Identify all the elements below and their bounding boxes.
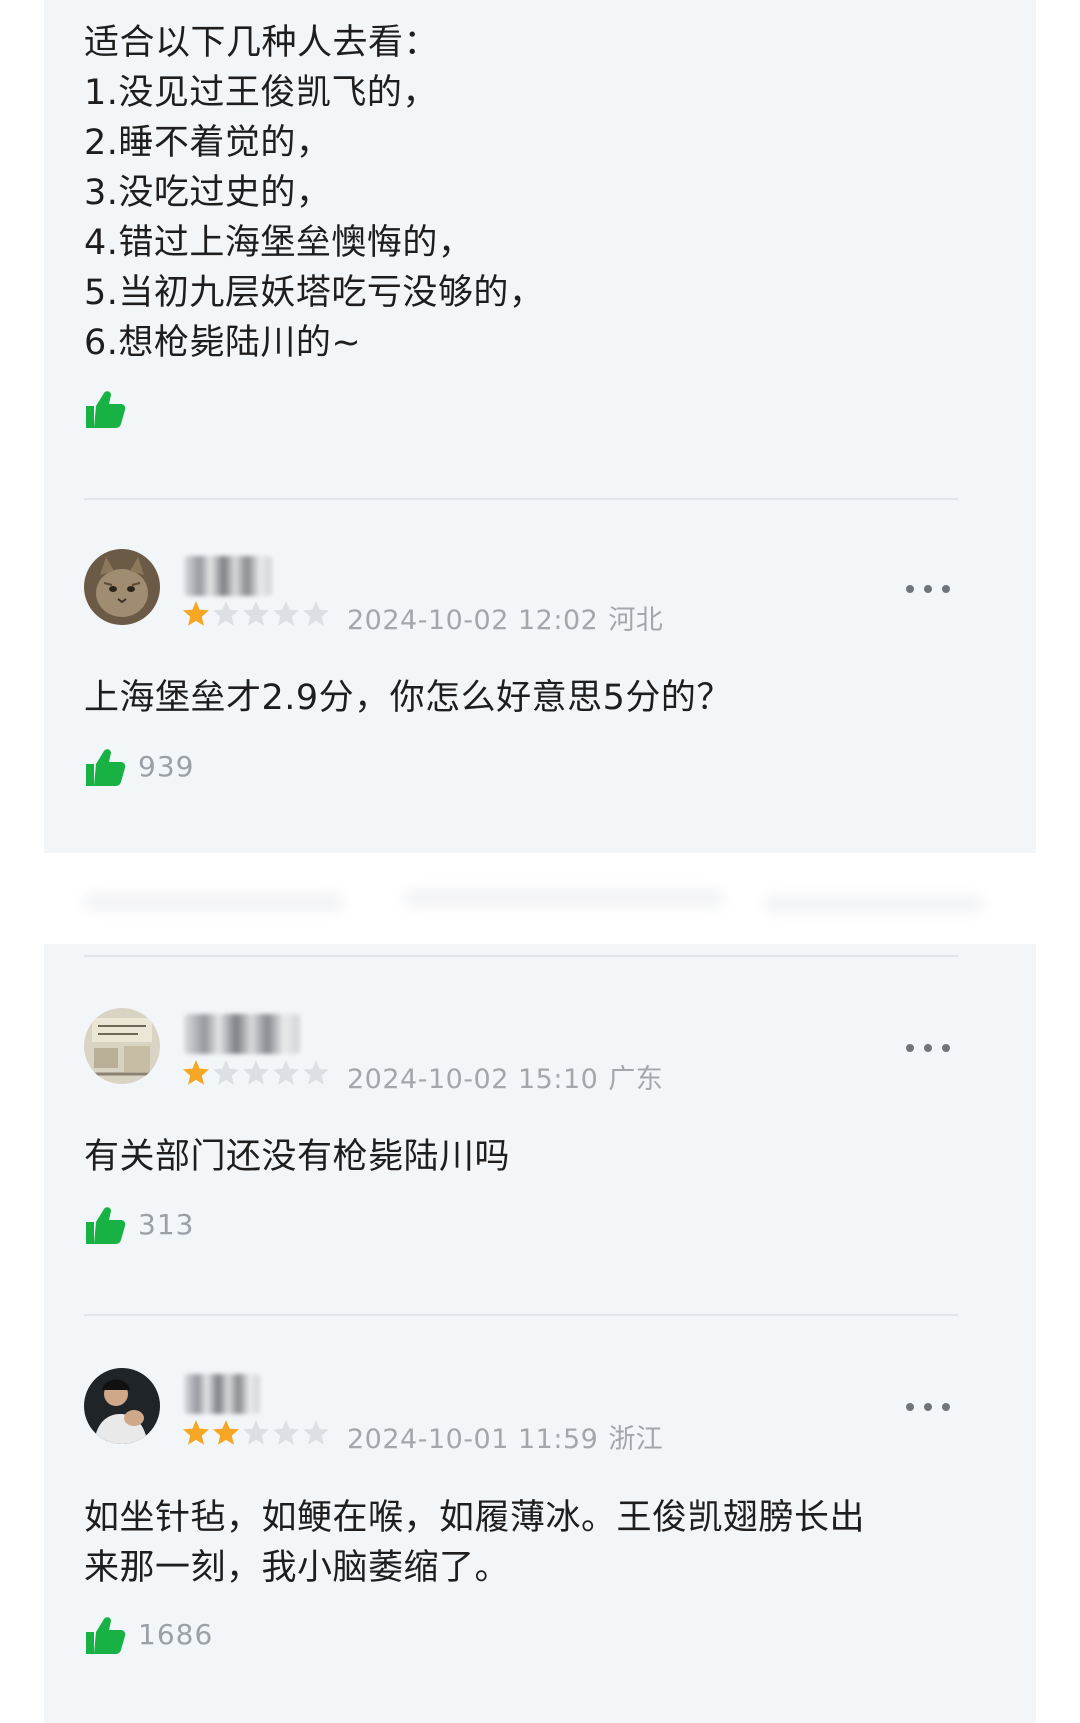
avatar[interactable] — [84, 1368, 160, 1444]
thumbs-up-icon[interactable] — [84, 390, 126, 430]
review-region: 浙江 — [608, 1424, 664, 1455]
like-count: 1686 — [138, 1618, 214, 1651]
review-meta: 2024-10-02 12:02 河北 — [347, 598, 663, 637]
review-region: 河北 — [608, 605, 664, 636]
rating-stars — [182, 600, 330, 630]
review-meta: 2024-10-01 11:59 浙江 — [347, 1417, 663, 1456]
review-text: 有关部门还没有枪毙陆川吗 — [84, 1137, 511, 1177]
more-options-button[interactable] — [906, 579, 950, 599]
review-meta: 2024-10-02 15:10 广东 — [347, 1057, 663, 1096]
star-empty-icon — [243, 1060, 269, 1085]
more-options-button[interactable] — [906, 1397, 950, 1417]
blurred-separator — [44, 853, 1036, 944]
dot — [942, 1044, 950, 1052]
thumbs-up-icon[interactable] — [84, 748, 126, 788]
review-date: 2024-10-02 15:10 — [347, 1064, 599, 1095]
username-blurred[interactable] — [184, 1374, 260, 1414]
avatar[interactable] — [84, 549, 160, 625]
intro-post-text: 适合以下几种人去看： 1.没见过王俊凯飞的， 2.睡不着觉的， 3.没吃过史的，… — [84, 18, 964, 368]
username-blurred[interactable] — [184, 556, 272, 596]
divider — [84, 1314, 958, 1316]
review-text-line: 来那一刻，我小脑萎缩了。 — [84, 1548, 511, 1588]
rating-stars — [182, 1419, 330, 1449]
intro-line: 适合以下几种人去看： — [84, 23, 440, 63]
intro-line: 2.睡不着觉的， — [84, 123, 332, 163]
star-empty-icon — [273, 601, 299, 626]
more-options-button[interactable] — [906, 1038, 950, 1058]
like-count: 313 — [138, 1208, 195, 1241]
star-filled-icon — [183, 601, 209, 626]
star-empty-icon — [303, 1060, 329, 1085]
intro-line: 4.错过上海堡垒懊悔的， — [84, 223, 474, 263]
star-filled-icon — [213, 1420, 239, 1445]
review-region: 广东 — [608, 1064, 664, 1095]
star-empty-icon — [303, 601, 329, 626]
username-blurred[interactable] — [184, 1014, 300, 1054]
dot — [906, 1403, 914, 1411]
review-text: 上海堡垒才2.9分，你怎么好意思5分的？ — [84, 678, 732, 718]
intro-line: 3.没吃过史的， — [84, 173, 332, 213]
star-empty-icon — [243, 601, 269, 626]
divider — [84, 955, 958, 957]
intro-line: 6.想枪毙陆川的~ — [84, 323, 362, 363]
review-text-line: 如坐针毡，如鲠在喉，如履薄冰。王俊凯翅膀长出 — [84, 1498, 866, 1538]
star-empty-icon — [273, 1060, 299, 1085]
avatar[interactable] — [84, 1008, 160, 1084]
intro-line: 1.没见过王俊凯飞的， — [84, 73, 438, 113]
dot — [906, 1044, 914, 1052]
dot — [924, 1403, 932, 1411]
star-filled-icon — [183, 1060, 209, 1085]
dot — [924, 585, 932, 593]
thumbs-up-icon[interactable] — [84, 1206, 126, 1246]
dot — [942, 1403, 950, 1411]
thumbs-up-icon[interactable] — [84, 1616, 126, 1656]
like-count: 939 — [138, 750, 195, 783]
dot — [924, 1044, 932, 1052]
star-empty-icon — [213, 1060, 239, 1085]
review-text: 如坐针毡，如鲠在喉，如履薄冰。王俊凯翅膀长出 来那一刻，我小脑萎缩了。 — [84, 1493, 964, 1593]
star-empty-icon — [303, 1420, 329, 1445]
dot — [906, 585, 914, 593]
dot — [942, 585, 950, 593]
star-filled-icon — [183, 1420, 209, 1445]
intro-line: 5.当初九层妖塔吃亏没够的， — [84, 273, 545, 313]
divider — [84, 498, 958, 500]
star-empty-icon — [213, 601, 239, 626]
rating-stars — [182, 1059, 330, 1089]
review-date: 2024-10-02 12:02 — [347, 605, 599, 636]
star-empty-icon — [243, 1420, 269, 1445]
star-empty-icon — [273, 1420, 299, 1445]
review-date: 2024-10-01 11:59 — [347, 1424, 599, 1455]
